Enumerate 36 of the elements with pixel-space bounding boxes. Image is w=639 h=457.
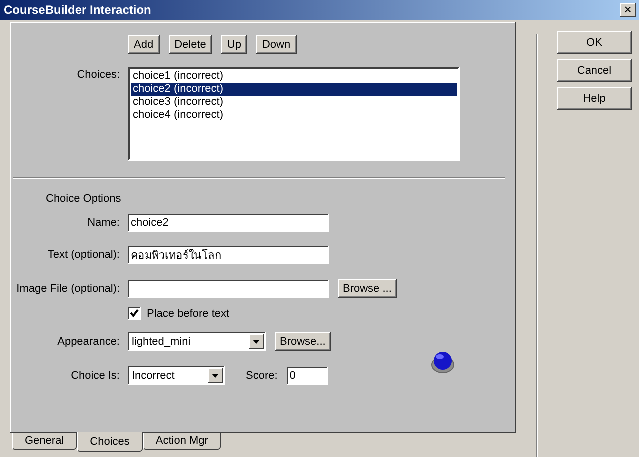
- dialog-button[interactable]: Cancel: [557, 59, 632, 82]
- list-action-button[interactable]: Delete: [168, 35, 212, 54]
- field-label: Text (optional):: [46, 249, 120, 261]
- image-file-field[interactable]: [128, 280, 329, 298]
- window-title: CourseBuilder Interaction: [4, 3, 152, 17]
- list-item[interactable]: choice3 (incorrect): [131, 96, 457, 109]
- score-field[interactable]: 0: [286, 366, 328, 384]
- checkbox-label: Place before text: [147, 308, 230, 320]
- tab[interactable]: General: [12, 433, 78, 450]
- list-item[interactable]: choice2 (incorrect): [131, 83, 457, 96]
- dialog-button[interactable]: OK: [557, 31, 632, 54]
- list-action-button[interactable]: Up: [221, 35, 248, 54]
- field-label: Appearance:: [56, 336, 120, 348]
- choices-list[interactable]: choice1 (incorrect) choice2 (incorrect) choice3 (incorrect) choice4 (incorrect): [128, 67, 460, 161]
- dialog-button[interactable]: Help: [557, 87, 632, 110]
- checkbox[interactable]: [128, 307, 141, 320]
- list-action-button[interactable]: Down: [256, 35, 297, 54]
- field-label: Score:: [246, 370, 278, 382]
- field-label: Choices:: [76, 69, 120, 81]
- field-label: Choice Is:: [70, 370, 120, 382]
- ball-icon: [430, 350, 455, 374]
- tab[interactable]: Action Mgr: [142, 433, 222, 450]
- list-item[interactable]: choice1 (incorrect): [131, 70, 457, 83]
- close-button[interactable]: ×: [620, 3, 636, 17]
- field-label: Name:: [86, 217, 120, 229]
- browse-button[interactable]: Browse...: [275, 332, 331, 351]
- list-item[interactable]: choice4 (incorrect): [131, 109, 457, 122]
- appearance-dropdown[interactable]: lighted_mini: [128, 332, 266, 351]
- section-title: Choice Options: [46, 193, 122, 205]
- field-label: Image File (optional):: [16, 282, 120, 294]
- browse-button[interactable]: Browse ...: [338, 279, 397, 298]
- choice-is-dropdown[interactable]: Incorrect: [128, 366, 225, 385]
- list-action-button[interactable]: Add: [128, 35, 160, 54]
- tab[interactable]: Choices: [77, 432, 143, 452]
- name-field[interactable]: choice2: [128, 214, 329, 232]
- text-field[interactable]: คอมพิวเทอร์ในโลก: [128, 246, 329, 264]
